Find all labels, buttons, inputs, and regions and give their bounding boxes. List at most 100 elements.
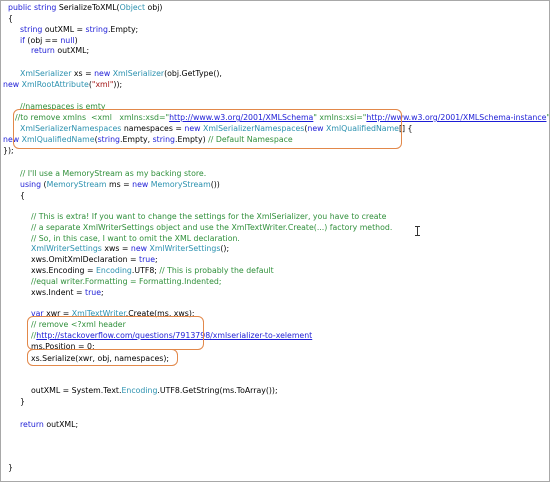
code-line-6: XmlSerializer xs = new XmlSerializer(obj…	[20, 69, 222, 79]
token-text: ));	[113, 80, 123, 89]
token-text: ms =	[106, 180, 133, 189]
token-type: XmlSerializer	[110, 69, 165, 78]
code-line-31: return outXML;	[20, 420, 78, 430]
token-keyword: return	[20, 420, 44, 429]
token-type: MemoryStream	[148, 180, 211, 189]
token-keyword: true	[85, 288, 102, 297]
token-type: XmlRootAttribute	[19, 80, 89, 89]
code-line-4: if (obj == null)	[20, 36, 78, 46]
token-comment: //to remove xmlns <xml xmlns:xsd="	[15, 113, 170, 122]
token-text: .Create(ms, xws);	[125, 309, 195, 318]
code-line-15: {	[20, 191, 25, 200]
token-text: xs =	[71, 69, 95, 78]
token-keyword: new	[3, 80, 20, 89]
token-keyword: string	[152, 135, 175, 144]
token-keyword: null	[60, 36, 75, 45]
code-line-19: XmlWriterSettings xws = new XmlWriterSet…	[31, 244, 229, 254]
token-text: xws.Indent =	[31, 288, 86, 297]
token-keyword: new	[184, 124, 201, 133]
code-line-28: xs.Serialize(xwr, obj, namespaces);	[31, 354, 170, 363]
token-type: XmlSerializerNamespaces	[200, 124, 305, 133]
link-xmlschema[interactable]: http://www.w3.org/2001/XMLSchema	[169, 113, 313, 122]
token-type: Encoding	[95, 266, 132, 275]
token-text: xws.OmitXmlDeclaration =	[31, 255, 140, 264]
token-text: obj)	[145, 3, 163, 12]
code-line-14: using (MemoryStream ms = new MemoryStrea…	[20, 180, 220, 190]
token-text: .Empty;	[107, 25, 139, 34]
code-line-20: xws.OmitXmlDeclaration = true;	[31, 255, 158, 265]
code-line-8: //namespaces is emty	[20, 102, 106, 111]
token-text: xws =	[101, 244, 131, 253]
code-editor: public string SerializeToXML(Object obj)…	[1, 1, 549, 481]
token-text: outXML;	[54, 46, 90, 55]
code-line-2: {	[8, 14, 13, 23]
token-text: ();	[220, 244, 230, 253]
token-type: XmlTextWriter	[71, 309, 126, 318]
token-keyword: new	[94, 69, 111, 78]
token-text: xwr =	[43, 309, 72, 318]
token-text: ;	[101, 288, 104, 297]
token-text: .UTF8;	[131, 266, 160, 275]
token-text: .UTF8.GetString(ms.ToArray());	[157, 386, 278, 395]
token-comment: ">	[546, 113, 550, 122]
code-line-9: //to remove xmlns <xml xmlns:xsd="http:/…	[15, 113, 550, 123]
token-comment: // This is probably the default	[159, 266, 274, 275]
token-type: XmlSerializerNamespaces	[20, 124, 122, 133]
token-text: )	[74, 36, 78, 45]
token-text: .Empty,	[120, 135, 153, 144]
code-line-27: ms.Position = 0;	[31, 342, 95, 351]
code-line-32: }	[8, 463, 13, 472]
code-line-17: // a separate XmlWriterSettings object a…	[31, 223, 393, 232]
code-line-13: // I'll use a MemoryStream as my backing…	[20, 169, 207, 178]
link-stackoverflow[interactable]: http://stackoverflow.com/questions/79137…	[36, 331, 312, 340]
token-text: xws.Encoding =	[31, 266, 96, 275]
token-comment: " xmlns:xsi="	[313, 113, 367, 122]
token-keyword: var	[31, 309, 44, 318]
token-type: XmlQualifiedName	[323, 124, 399, 133]
code-line-30: }	[20, 397, 25, 406]
token-text: (obj.GetType(),	[164, 69, 222, 78]
token-text: outXML = System.Text.	[31, 386, 122, 395]
token-keyword: string	[97, 135, 120, 144]
token-keyword: new	[130, 244, 148, 253]
code-line-22: //equal writer.Formatting = Formatting.I…	[31, 277, 222, 286]
code-line-25: // remove <?xml header	[31, 320, 126, 329]
token-keyword: string	[85, 25, 108, 34]
token-keyword: using	[20, 180, 42, 189]
token-keyword: new	[307, 124, 324, 133]
token-type: XmlSerializer	[20, 69, 72, 78]
token-keyword: string	[20, 25, 43, 34]
code-line-11: new XmlQualifiedName(string.Empty, strin…	[3, 135, 293, 145]
token-type: XmlWriterSettings	[147, 244, 221, 253]
token-string: "xml"	[91, 80, 114, 89]
token-text: .Empty)	[174, 135, 209, 144]
code-line-16: // This is extra! If you want to change …	[31, 212, 387, 221]
code-line-23: xws.Indent = true;	[31, 288, 104, 298]
code-line-3: string outXML = string.Empty;	[20, 25, 138, 35]
token-type: XmlWriterSettings	[31, 244, 102, 253]
code-line-12: });	[3, 146, 14, 155]
token-type: Object	[119, 3, 146, 12]
token-keyword: public	[8, 3, 32, 12]
token-keyword: string	[33, 3, 57, 12]
code-line-26: //http://stackoverflow.com/questions/791…	[31, 331, 312, 341]
token-comment: // Default Namespace	[208, 135, 293, 144]
token-text: [] {	[398, 124, 413, 133]
token-text: SerializeToXML(	[56, 3, 120, 12]
link-xmlschema-instance[interactable]: http://www.w3.org/2001/XMLSchema-instanc…	[366, 113, 546, 122]
code-line-29: outXML = System.Text.Encoding.UTF8.GetSt…	[31, 386, 278, 396]
code-screenshot-frame: public string SerializeToXML(Object obj)…	[0, 0, 550, 482]
code-line-24: var xwr = XmlTextWriter.Create(ms, xws);	[31, 309, 195, 319]
token-text: namespaces =	[121, 124, 185, 133]
token-keyword: new	[132, 180, 149, 189]
token-type: MemoryStream	[46, 180, 107, 189]
token-keyword: true	[139, 255, 156, 264]
text-cursor-icon	[414, 225, 421, 237]
code-line-10: XmlSerializerNamespaces namespaces = new…	[20, 124, 413, 134]
token-type: Encoding	[121, 386, 158, 395]
token-text: ())	[210, 180, 220, 189]
code-line-21: xws.Encoding = Encoding.UTF8; // This is…	[31, 266, 274, 276]
code-line-18: // So, in this case, I want to omit the …	[31, 234, 240, 243]
token-text: outXML =	[42, 25, 86, 34]
token-keyword: new	[3, 135, 20, 144]
